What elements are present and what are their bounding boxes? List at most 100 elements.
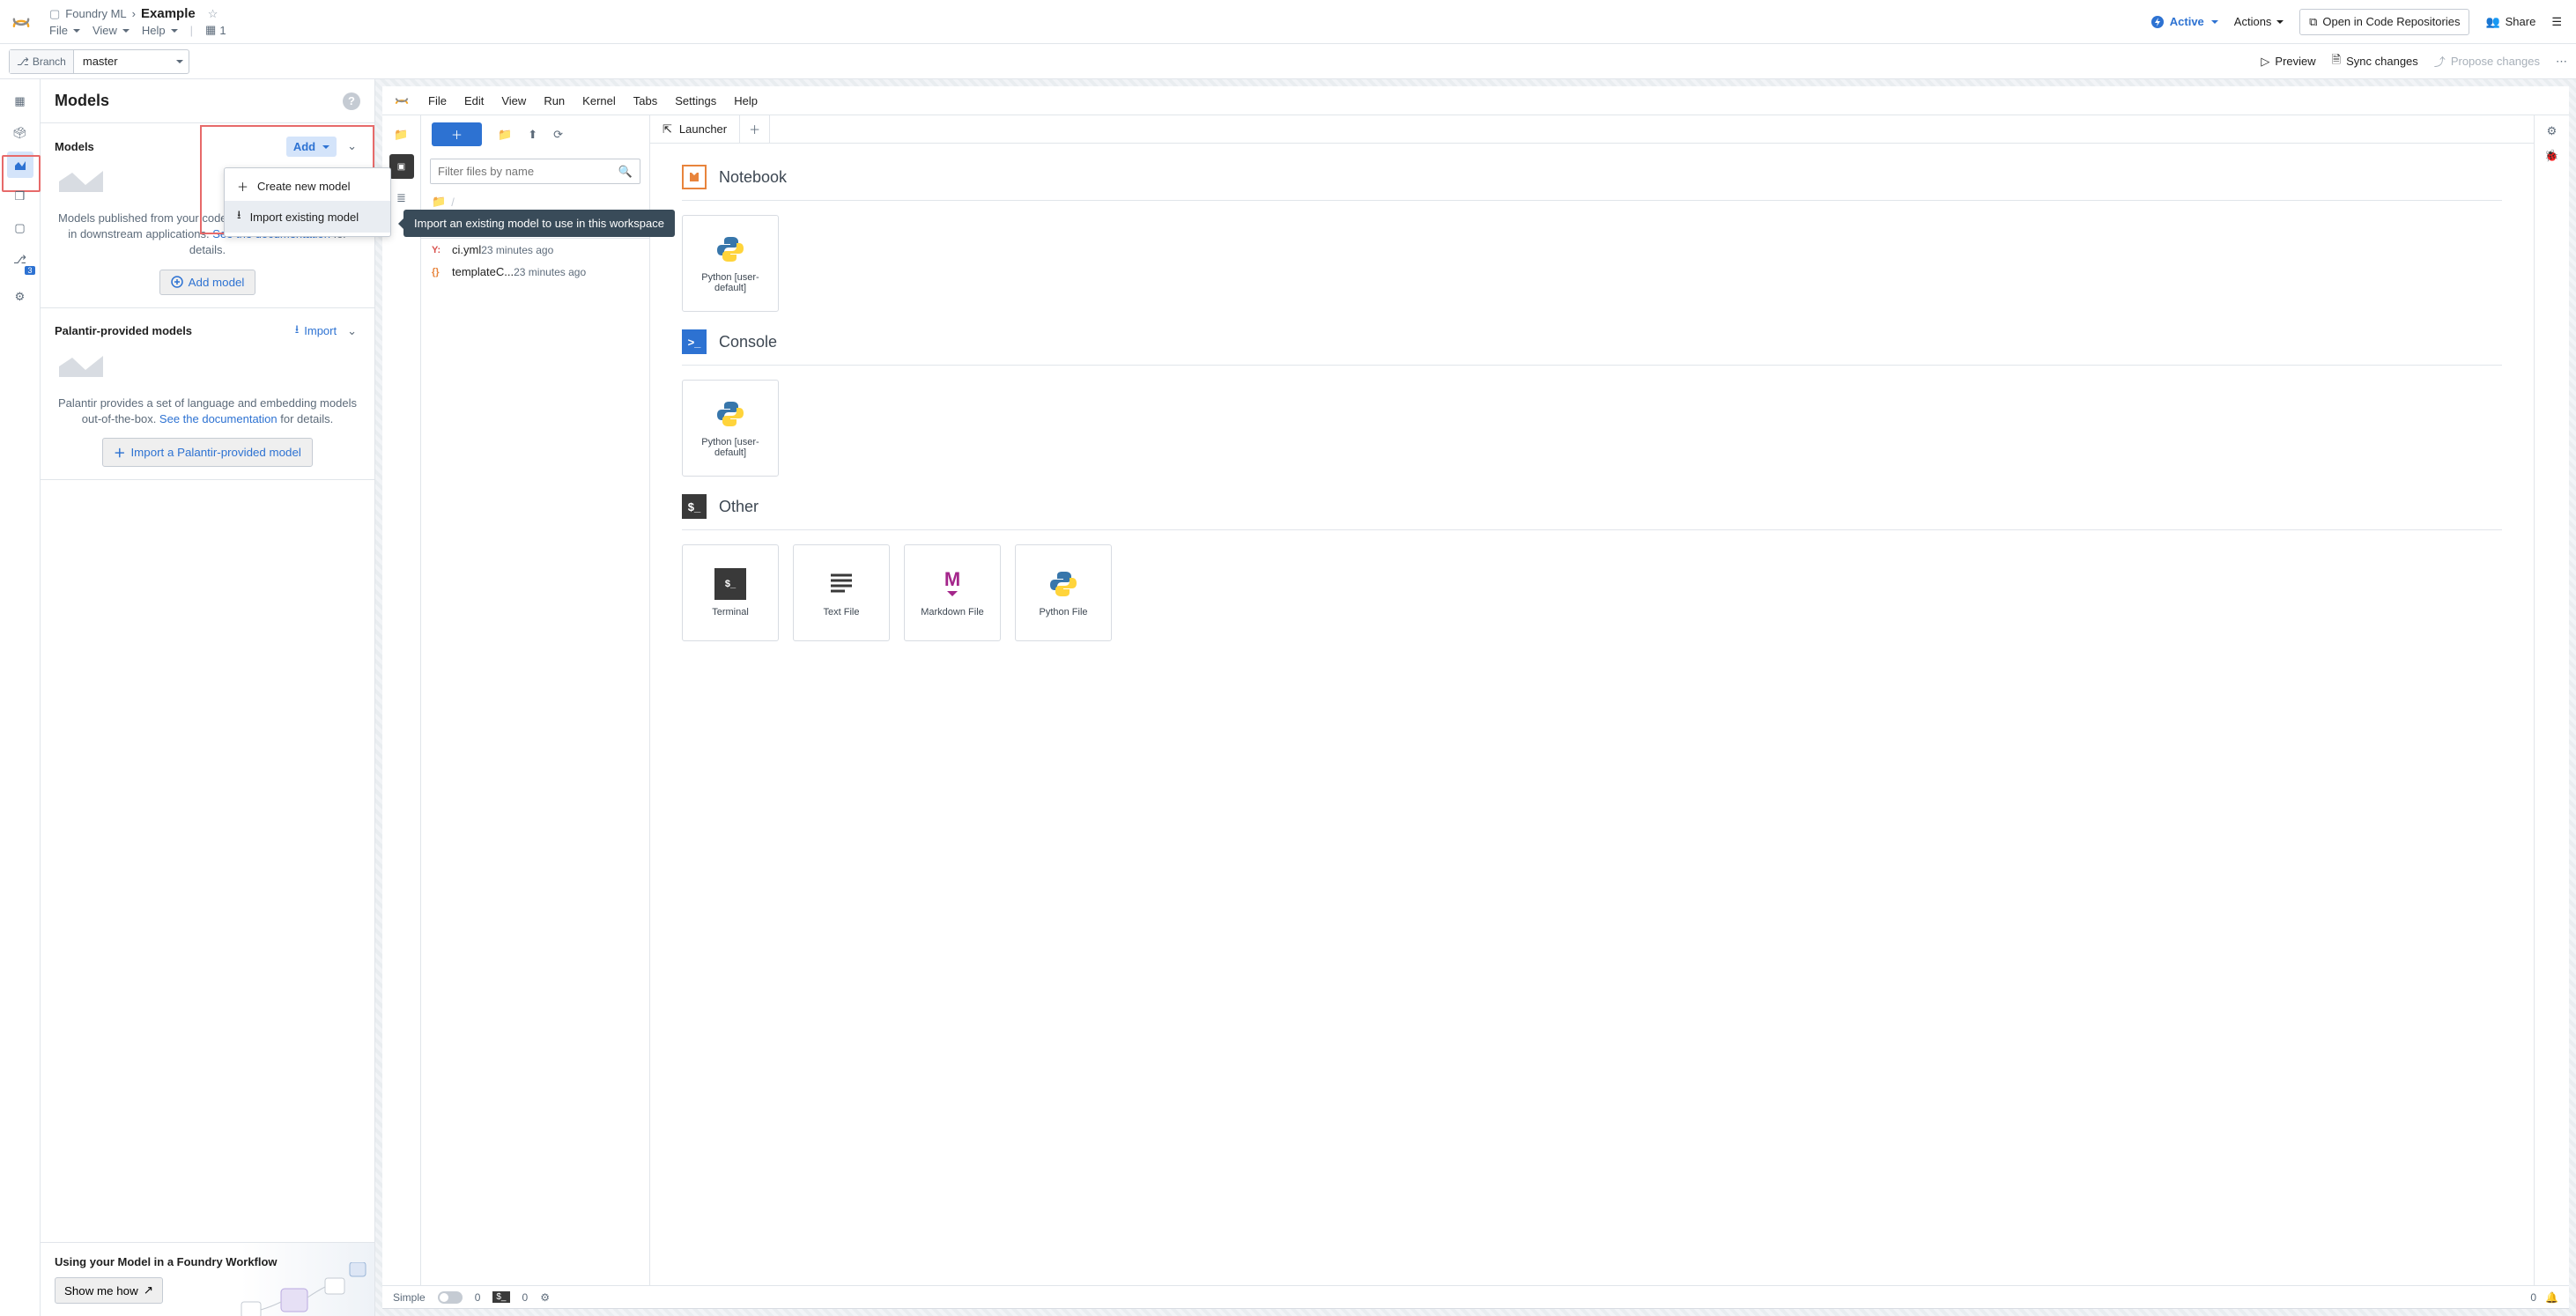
terminal-card[interactable]: $_ Terminal [682,544,779,641]
star-icon[interactable]: ☆ [208,7,218,21]
jup-menu-help[interactable]: Help [734,94,758,107]
new-tab-button[interactable]: ＋ [740,115,770,143]
preview-button[interactable]: ▷Preview [2261,55,2315,69]
jup-menu-kernel[interactable]: Kernel [582,94,616,107]
notification-bell-icon[interactable]: 🔔 [2545,1291,2558,1304]
markdown-card[interactable]: M Markdown File [904,544,1001,641]
jup-menu-file[interactable]: File [428,94,447,107]
add-model-button[interactable]: Add model [159,270,256,295]
launcher-tab[interactable]: ⇱Launcher [650,115,740,143]
file-menu[interactable]: File [49,24,80,37]
jup-filter-input[interactable] [431,159,611,183]
terminal-icon: $_ [714,568,746,600]
status-count-2: 0 [522,1291,529,1304]
palantir-doc-link[interactable]: See the documentation [159,412,278,425]
textfile-icon [825,568,857,600]
external-icon: ↗ [144,1283,153,1298]
sync-changes-button[interactable]: 🗎Sync changes [2332,52,2418,71]
file-modified: 23 minutes ago [481,244,553,256]
import-model-tooltip: Import an existing model to use in this … [403,210,675,237]
file-name: ci.yml23 minutes ago [452,243,639,256]
console-python-card[interactable]: Python [user-default] [682,380,779,477]
jup-folder-icon[interactable]: 📁 [389,122,414,147]
notebook-python-card[interactable]: Python [user-default] [682,215,779,312]
jup-debugger-icon[interactable]: 🐞 [2544,149,2558,163]
properties-icon[interactable]: ☰ [2551,15,2562,29]
rail-cube-icon[interactable]: ❒ [7,183,33,210]
sidebar-title: Models [55,92,109,110]
simple-mode-toggle[interactable] [438,1291,463,1304]
jup-menu-edit[interactable]: Edit [464,94,484,107]
launcher-tab-icon: ⇱ [663,122,672,137]
jup-menu-run[interactable]: Run [544,94,565,107]
file-row[interactable]: Y:ci.yml23 minutes ago [421,239,649,261]
actions-menu[interactable]: Actions [2234,15,2284,28]
rail-presentation-icon[interactable]: ▢ [7,215,33,241]
plus-icon: ＋ [114,444,125,461]
breadcrumb-title: Example [141,6,196,21]
import-palantir-dropdown[interactable]: ⭳Import [295,322,337,341]
file-name: templateC...23 minutes ago [452,265,639,278]
propose-icon: ⤴ [2434,53,2446,70]
app-logo [7,8,35,36]
rail-package-icon[interactable]: 🗳 [7,120,33,146]
jup-new-launcher-button[interactable]: ＋ [432,122,482,146]
add-model-dropdown-button[interactable]: Add [286,137,337,157]
create-new-model-item[interactable]: ＋ Create new model [225,172,390,201]
notebook-section-icon [682,165,707,189]
help-menu[interactable]: Help [142,24,178,37]
share-icon: 👥 [2485,15,2499,29]
jup-menu-view[interactable]: View [501,94,526,107]
terminal-status-icon[interactable]: $_ [492,1291,509,1303]
models-section-title: Models [55,140,94,153]
propose-changes-button[interactable]: ⤴Propose changes [2434,53,2540,70]
help-icon[interactable]: ? [343,92,360,110]
download-icon: ⭳ [237,207,241,226]
show-me-how-button[interactable]: Show me how ↗ [55,1277,163,1304]
palantir-description: Palantir provides a set of language and … [55,390,360,438]
viewers-count[interactable]: ▦ 1 [205,23,226,37]
workspace-status[interactable]: Active [2150,15,2218,29]
add-model-dropdown-menu: ＋ Create new model ⭳ Import existing mod… [224,167,391,237]
jup-new-folder-icon[interactable]: 📁 [498,128,512,142]
rail-branch-icon[interactable]: ⎇3 [7,247,33,273]
console-section-title: Console [719,333,777,351]
jup-root-folder-icon[interactable]: 📁 [432,195,446,209]
search-icon: 🔍 [611,165,640,179]
jup-menu-tabs[interactable]: Tabs [633,94,657,107]
jup-menu-settings[interactable]: Settings [675,94,716,107]
kernel-status-icon[interactable]: ⚙ [540,1291,550,1304]
import-palantir-model-button[interactable]: ＋ Import a Palantir-provided model [102,438,313,467]
jupyter-logo [393,92,411,109]
branch-selector[interactable]: ⎇Branch master [9,49,189,74]
jup-running-terminals-icon[interactable]: ▣ [389,154,414,179]
view-menu[interactable]: View [93,24,130,37]
file-row[interactable]: {}templateC...23 minutes ago [421,261,649,283]
jup-toc-icon[interactable]: ≣ [389,186,414,211]
breadcrumb-caret-icon: › [132,7,136,20]
code-icon: ⧉ [2309,15,2317,29]
breadcrumb-parent[interactable]: Foundry ML [65,7,126,20]
palantir-empty-illustration [55,351,107,382]
import-existing-model-item[interactable]: ⭳ Import existing model [225,201,390,233]
file-modified: 23 minutes ago [514,266,586,278]
palantir-section-title: Palantir-provided models [55,324,192,337]
jup-property-inspector-icon[interactable]: ⚙ [2547,124,2557,138]
plus-circle-icon [171,276,183,288]
textfile-card[interactable]: Text File [793,544,890,641]
rail-grid-icon[interactable]: ▦ [7,88,33,115]
jup-upload-icon[interactable]: ⬆ [528,128,537,142]
jup-refresh-icon[interactable]: ⟳ [553,128,563,142]
simple-mode-label: Simple [393,1291,426,1304]
open-code-repositories-button[interactable]: ⧉ Open in Code Repositories [2299,9,2469,35]
share-button[interactable]: 👥 Share [2485,15,2535,29]
sync-icon: 🗎 [2332,52,2341,71]
pythonfile-card[interactable]: Python File [1015,544,1112,641]
python-icon [714,398,746,430]
rail-settings-icon[interactable]: ⚙ [7,284,33,310]
more-options-button[interactable]: ⋯ [2556,55,2567,69]
markdown-icon: M [936,568,968,600]
models-section-collapse-icon[interactable]: ⌄ [344,136,360,157]
palantir-section-collapse-icon[interactable]: ⌄ [344,321,360,342]
python-icon [714,233,746,265]
